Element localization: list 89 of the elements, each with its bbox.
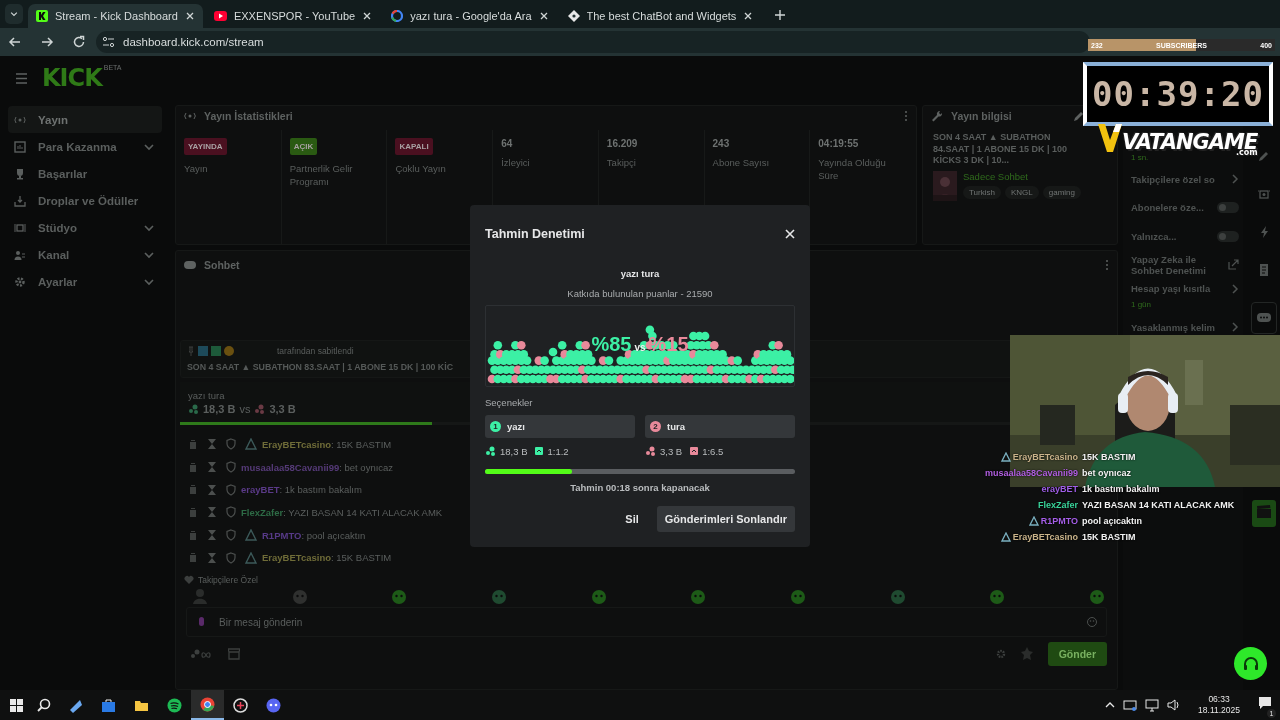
option-points: 18,3 B [500, 445, 528, 457]
chat-message: FlexZafer: YAZI BASAN 14 KATI ALACAK AMK [241, 506, 443, 518]
tag-chip[interactable]: KNGL [1004, 186, 1039, 200]
chat-text: bet oynıcaz [1082, 467, 1132, 480]
status-badge: AÇIK [289, 138, 318, 155]
chat-text: 15K BASTIM [1082, 531, 1137, 544]
setting-item[interactable]: Yapay Zeka ile Sohbet Denetimi [1131, 253, 1224, 276]
sidebar-item[interactable]: Droplar ve Ödüller [8, 187, 162, 214]
percent-label: %85 [591, 333, 632, 356]
panel-title: Yayın bilgisi [951, 110, 1013, 122]
chat-username: musaalaa58Cavanii99 [984, 468, 1078, 478]
setting-value: 1 sn. [1131, 152, 1150, 162]
option-ratio: 1:6.5 [702, 445, 724, 457]
stat-label: Çoklu Yayın [395, 163, 446, 176]
browser-tab[interactable]: EXXENSPOR - YouTube [205, 4, 381, 28]
prediction-amount: 3,3 B [269, 403, 296, 415]
browser-tab[interactable]: Stream - Kick Dashboard [28, 4, 203, 28]
sidebar-item[interactable]: Stüdyo [8, 214, 162, 241]
option-button[interactable]: 1 yazı [485, 415, 635, 438]
options-label: Seçenekler [485, 397, 534, 408]
setting-item[interactable]: Yasaklanmış kelim [1131, 321, 1226, 333]
dialog-title: Tahmin Denetimi [485, 227, 585, 241]
chat-message: erayBET: 1k bastım bakalım [241, 484, 362, 496]
setting-value: 1 gün [1131, 300, 1153, 309]
vs-label: vs [239, 403, 251, 415]
chat-username: ErayBETcasino [1012, 532, 1078, 542]
option-points: 3,3 B [660, 445, 683, 457]
chat-text: 15K BASTIM [1082, 451, 1137, 464]
stat-value: 16.209 [606, 138, 638, 149]
stat-label: Yayında Olduğu Süre [818, 157, 887, 183]
stream-title: SON 4 SAAT ▲ SUBATHON 84.SAAT | 1 ABONE 15 DK | 100 KİCKS 3 DK | 10... [932, 131, 1069, 168]
prediction-amount: 18,3 B [203, 403, 236, 415]
chat-message: ErayBETcasino: 15K BASTIM [262, 552, 392, 564]
stat-label: Abone Sayısı [712, 157, 770, 170]
url-text: dashboard.kick.com/stream [123, 36, 264, 48]
prediction-question: yazı tura [619, 268, 661, 279]
address-field[interactable]: dashboard.kick.com/stream [96, 31, 1090, 53]
tag-chip[interactable]: Turkish [963, 186, 1001, 200]
status-badge: YAYINDA [184, 138, 227, 155]
status-badge: KAPALI [395, 138, 433, 155]
stat-value: 04:19:55 [818, 138, 859, 149]
kick-logo[interactable]: KICK [42, 66, 102, 90]
stat-label: Takipçi [606, 157, 636, 170]
sidebar-item[interactable]: Para Kazanma [8, 133, 162, 160]
option-ratio: 1:1.2 [547, 445, 569, 457]
option-number: 2 [650, 421, 661, 432]
stat-label: Yayın [184, 163, 208, 176]
clock[interactable]: 06:33 18.11.2025 [1198, 693, 1240, 717]
end-submissions-button[interactable]: Gönderimleri Sonlandır [656, 506, 795, 532]
setting-item[interactable]: Hesap yaşı kısıtla [1131, 283, 1226, 294]
send-button[interactable]: Gönder [1047, 642, 1107, 667]
section-label: Takipçilere Özel [198, 575, 258, 586]
panel-title: Sohbet [204, 259, 241, 271]
message-input[interactable]: Bir mesaj gönderin [186, 607, 1107, 638]
option-number: 1 [490, 421, 501, 432]
browser-tab[interactable]: yazı tura - Google'da Ara [383, 4, 557, 28]
sidebar-item[interactable]: Başarılar [8, 160, 162, 187]
sidebar-item[interactable]: Yayın [8, 106, 162, 133]
prediction-title: yazı tura [188, 390, 226, 401]
chat-username: erayBET [1041, 484, 1078, 494]
setting-item: Abonelere öze... [1131, 202, 1205, 214]
chat-message: ErayBETcasino: 15K BASTIM [262, 438, 392, 450]
panel-title: Yayın İstatistikleri [204, 110, 294, 122]
stat-value: 64 [501, 138, 513, 149]
tag-chip[interactable]: gaming [1042, 186, 1081, 200]
stat-label: İzleyici [501, 157, 530, 170]
setting-item[interactable]: Takipçilere özel so [1131, 173, 1226, 185]
browser-tab[interactable]: The best ChatBot and Widgets [559, 4, 762, 28]
pinned-by-text: tarafından sabitlendi [277, 346, 354, 356]
countdown-text: Tahmin 00:18 sonra kapanacak [569, 482, 711, 493]
chat-username: R1PMTO [1040, 516, 1078, 526]
stat-label: Partnerlik Gelir Programı [289, 163, 354, 189]
overlay-timer: 00:39:20 [1083, 62, 1273, 126]
sidebar-item[interactable]: Ayarlar [8, 268, 162, 295]
chat-text: 1k bastım bakalım [1082, 483, 1161, 496]
stat-value: 243 [712, 138, 730, 149]
chat-username: ErayBETcasino [1012, 452, 1078, 462]
chat-text: YAZI BASAN 14 KATI ALACAK AMK [1082, 499, 1235, 512]
delete-button[interactable]: Sil [619, 506, 645, 532]
setting-item: Yalnızca... [1131, 230, 1178, 242]
chat-username: FlexZafer [1037, 500, 1078, 510]
pinned-text: SON 4 SAAT ▲ SUBATHON 83.SAAT | 1 ABONE 15 DK | 100 KİC [187, 362, 455, 372]
points-summary: Katkıda bulunulan puanlar - 21590 [566, 288, 714, 299]
category-link[interactable]: Sadece Sohbet [963, 171, 1081, 183]
chat-message: R1PMTO: pool açıcaktın [262, 529, 366, 541]
sidebar-item[interactable]: Kanal [8, 241, 162, 268]
chat-text: pool açıcaktın [1082, 515, 1144, 528]
option-button[interactable]: 2 tura [645, 415, 795, 438]
chat-message: musaalaa58Cavanii99: bet oynıcaz [241, 461, 394, 473]
